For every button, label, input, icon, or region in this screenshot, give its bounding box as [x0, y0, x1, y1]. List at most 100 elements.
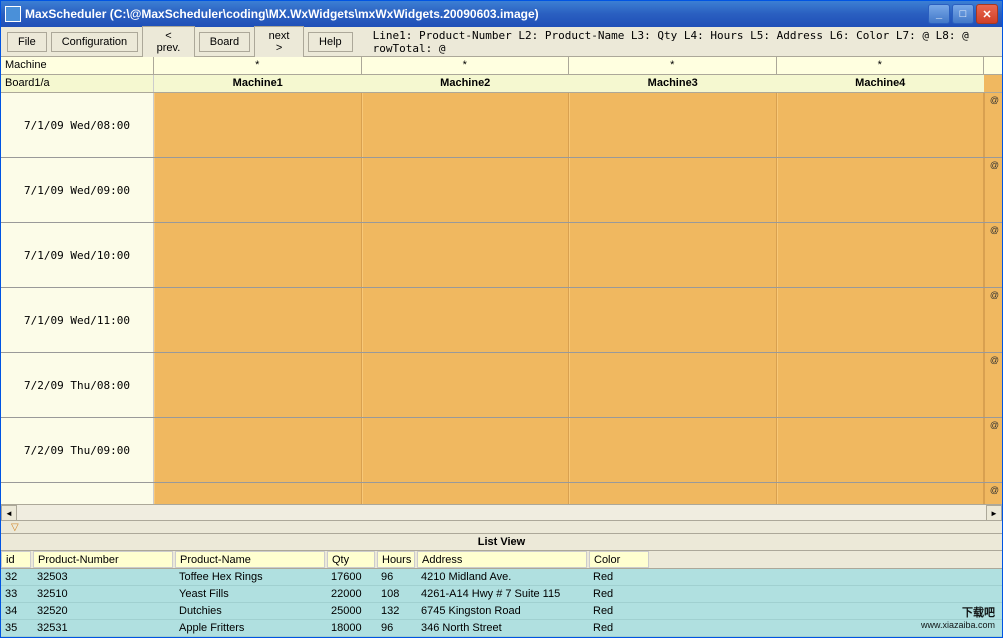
machine-header-3[interactable]: Machine3	[569, 75, 777, 92]
cell-color: Red	[589, 620, 649, 636]
help-button[interactable]: Help	[308, 32, 353, 52]
cell-id: 33	[1, 586, 33, 602]
machine-filter-2[interactable]: *	[362, 57, 570, 74]
schedule-cell[interactable]	[362, 288, 570, 352]
schedule-cell[interactable]	[569, 158, 777, 222]
schedule-cell[interactable]	[154, 223, 362, 287]
schedule-cell[interactable]	[362, 418, 570, 482]
cell-pn: 32503	[33, 569, 175, 585]
schedule-cell[interactable]	[154, 288, 362, 352]
time-label: 7/1/09 Wed/10:00	[1, 223, 154, 287]
schedule-cell[interactable]	[569, 223, 777, 287]
schedule-cell[interactable]	[777, 223, 985, 287]
schedule-grid: 7/1/09 Wed/08:007/1/09 Wed/09:007/1/09 W…	[1, 93, 1002, 504]
cell-hours: 96	[377, 620, 417, 636]
expand-down-icon[interactable]: ▽	[11, 522, 19, 533]
cell-addr: 346 North Street	[417, 620, 589, 636]
machine-header-1[interactable]: Machine1	[154, 75, 362, 92]
machine-header-4[interactable]: Machine4	[777, 75, 985, 92]
header-color[interactable]: Color	[589, 551, 649, 568]
scroll-header-gap	[984, 75, 1002, 92]
header-address[interactable]: Address	[417, 551, 587, 568]
header-hours[interactable]: Hours	[377, 551, 415, 568]
machine-filter-1[interactable]: *	[154, 57, 362, 74]
board-header: Board1/a Machine1 Machine2 Machine3 Mach…	[1, 75, 1002, 93]
schedule-cell[interactable]	[777, 288, 985, 352]
machine-filter-row: Machine * * * *	[1, 57, 1002, 75]
machine-filter-4[interactable]: *	[777, 57, 985, 74]
cell-pname: Apple Fritters	[175, 620, 327, 636]
file-button[interactable]: File	[7, 32, 47, 52]
schedule-cell[interactable]	[154, 483, 362, 504]
configuration-button[interactable]: Configuration	[51, 32, 138, 52]
schedule-cell[interactable]	[569, 483, 777, 504]
time-label: 7/2/09 Thu/10:00	[1, 483, 154, 504]
schedule-cell[interactable]	[777, 418, 985, 482]
machine-header-2[interactable]: Machine2	[362, 75, 570, 92]
board-button[interactable]: Board	[199, 32, 250, 52]
maximize-button[interactable]: □	[952, 4, 974, 24]
schedule-cell[interactable]	[362, 223, 570, 287]
content-area: Board1/a Machine1 Machine2 Machine3 Mach…	[1, 75, 1002, 637]
time-label: 7/2/09 Thu/08:00	[1, 353, 154, 417]
row-total-cell	[984, 353, 1002, 417]
schedule-cell[interactable]	[777, 483, 985, 504]
cell-pn: 32520	[33, 603, 175, 619]
schedule-cell[interactable]	[154, 93, 362, 157]
schedule-cell[interactable]	[777, 353, 985, 417]
schedule-cell[interactable]	[569, 418, 777, 482]
schedule-cell[interactable]	[569, 288, 777, 352]
machine-filter-3[interactable]: *	[569, 57, 777, 74]
schedule-row: 7/1/09 Wed/10:00	[1, 223, 1002, 288]
cell-addr: 4261-A14 Hwy # 7 Suite 115	[417, 586, 589, 602]
schedule-cell[interactable]	[362, 93, 570, 157]
schedule-row: 7/1/09 Wed/11:00	[1, 288, 1002, 353]
list-row[interactable]: 3532531Apple Fritters1800096346 North St…	[1, 620, 1002, 637]
scroll-right-button[interactable]: ►	[986, 505, 1002, 521]
close-button[interactable]: ✕	[976, 4, 998, 24]
list-row[interactable]: 3232503Toffee Hex Rings17600964210 Midla…	[1, 569, 1002, 586]
cell-hours: 108	[377, 586, 417, 602]
schedule-cell[interactable]	[154, 418, 362, 482]
schedule-cell[interactable]	[777, 93, 985, 157]
cell-color: Red	[589, 603, 649, 619]
cell-id: 35	[1, 620, 33, 636]
time-label: 7/1/09 Wed/09:00	[1, 158, 154, 222]
header-qty[interactable]: Qty	[327, 551, 375, 568]
horizontal-scrollbar[interactable]: ◄ ►	[1, 504, 1002, 520]
schedule-row: 7/1/09 Wed/08:00	[1, 93, 1002, 158]
header-product-number[interactable]: Product-Number	[33, 551, 173, 568]
cell-addr: 4210 Midland Ave.	[417, 569, 589, 585]
schedule-cell[interactable]	[362, 158, 570, 222]
minimize-button[interactable]: _	[928, 4, 950, 24]
titlebar[interactable]: MaxScheduler (C:\@MaxScheduler\coding\MX…	[1, 1, 1002, 27]
schedule-cell[interactable]	[777, 158, 985, 222]
window-controls: _ □ ✕	[928, 4, 998, 24]
prev-button[interactable]: < prev.	[142, 26, 195, 58]
schedule-cell[interactable]	[362, 483, 570, 504]
cell-pname: Toffee Hex Rings	[175, 569, 327, 585]
cell-addr: 6745 Kingston Road	[417, 603, 589, 619]
list-headers: id Product-Number Product-Name Qty Hours…	[1, 551, 1002, 569]
cell-color: Red	[589, 586, 649, 602]
schedule-row: 7/1/09 Wed/09:00	[1, 158, 1002, 223]
row-total-cell	[984, 483, 1002, 504]
row-total-cell	[984, 93, 1002, 157]
scroll-track[interactable]	[17, 505, 986, 520]
schedule-cell[interactable]	[569, 93, 777, 157]
schedule-cell[interactable]	[154, 353, 362, 417]
list-row[interactable]: 3332510Yeast Fills220001084261-A14 Hwy #…	[1, 586, 1002, 603]
list-row[interactable]: 3432520Dutchies250001326745 Kingston Roa…	[1, 603, 1002, 620]
schedule-cell[interactable]	[154, 158, 362, 222]
machine-label: Machine	[1, 57, 154, 74]
cell-pname: Dutchies	[175, 603, 327, 619]
scroll-left-button[interactable]: ◄	[1, 505, 17, 521]
next-button[interactable]: next >	[254, 26, 304, 58]
schedule-cell[interactable]	[362, 353, 570, 417]
schedule-cell[interactable]	[569, 353, 777, 417]
header-product-name[interactable]: Product-Name	[175, 551, 325, 568]
cell-qty: 18000	[327, 620, 377, 636]
row-total-cell	[984, 158, 1002, 222]
time-label: 7/1/09 Wed/08:00	[1, 93, 154, 157]
header-id[interactable]: id	[1, 551, 31, 568]
